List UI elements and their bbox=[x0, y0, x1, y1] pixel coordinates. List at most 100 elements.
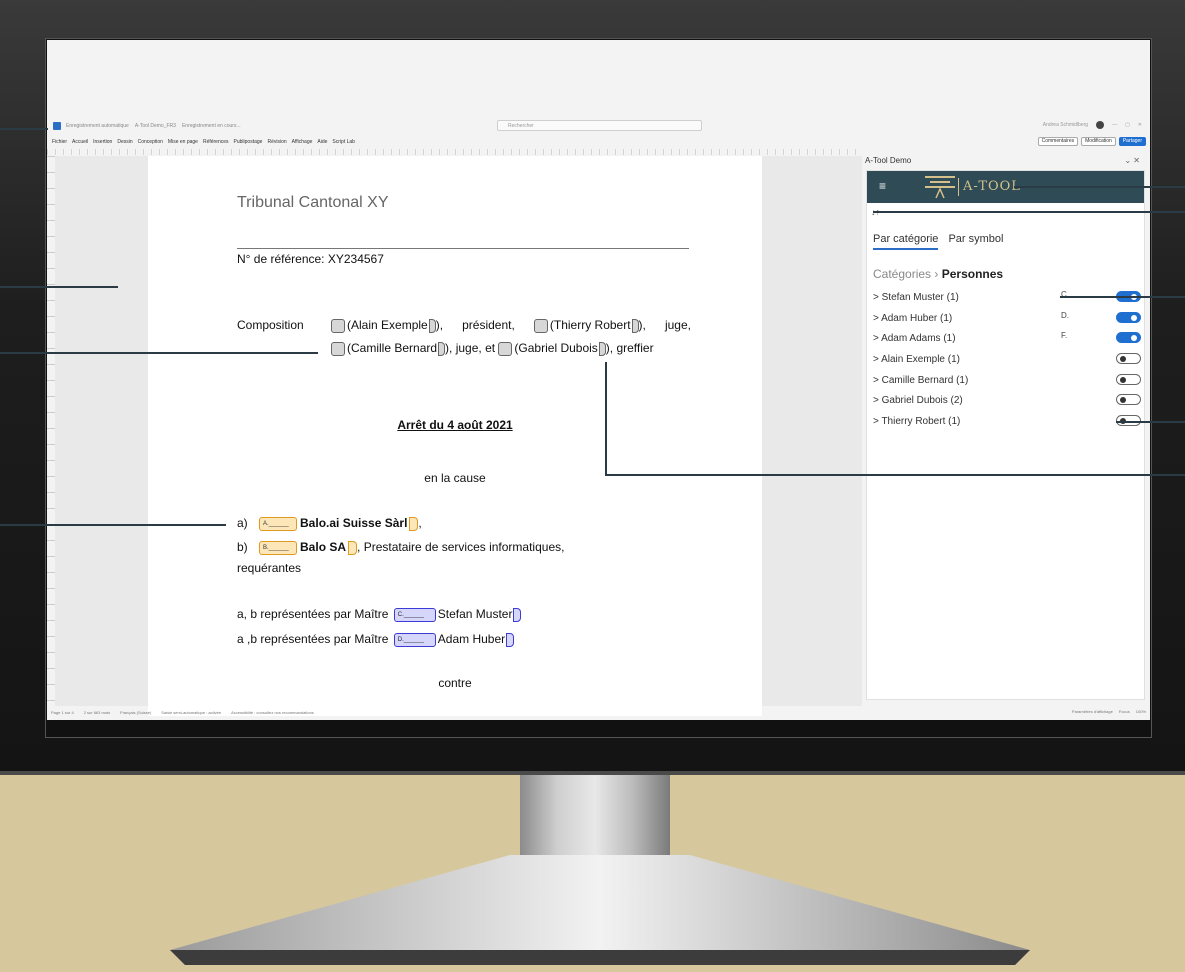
document-name[interactable]: A-Tool Demo_FR3 bbox=[135, 123, 176, 129]
tag-bracket bbox=[428, 318, 436, 333]
list-item[interactable]: > Gabriel Dubois (2) bbox=[873, 392, 1143, 413]
breadcrumb-root[interactable]: Catégories bbox=[873, 267, 931, 281]
anonymize-toggle[interactable] bbox=[1116, 332, 1141, 344]
comments-button[interactable]: Commentaires bbox=[1037, 137, 1079, 146]
person-name: Alain Exemple bbox=[351, 318, 428, 332]
tab-insertion[interactable]: Insertion bbox=[93, 139, 112, 145]
accessibility-status[interactable]: Accessibilité : consultez nos recommanda… bbox=[231, 710, 314, 715]
tab-affichage[interactable]: Affichage bbox=[292, 139, 313, 145]
callout-line bbox=[1014, 186, 1185, 188]
anonymization-tag[interactable]: D.______ bbox=[393, 632, 436, 647]
status-bar: Page 1 sur 4 2 sur 663 mots Français (Su… bbox=[47, 706, 1150, 718]
contre-label: contre bbox=[438, 676, 472, 690]
tab-conception[interactable]: Conception bbox=[138, 139, 163, 145]
breadcrumb-current: Personnes bbox=[941, 267, 1004, 281]
composition-role: juge, bbox=[664, 318, 691, 332]
zoom-level[interactable]: 100% bbox=[1136, 709, 1146, 714]
avatar[interactable] bbox=[1096, 121, 1105, 129]
document-page[interactable]: Tribunal Cantonal XY N° de référence: XY… bbox=[148, 156, 762, 716]
lawyer-name: Adam Huber bbox=[437, 632, 506, 646]
tag-bracket bbox=[598, 341, 606, 356]
anonymization-tag[interactable] bbox=[331, 341, 345, 356]
tab-publipostage[interactable]: Publipostage bbox=[234, 139, 263, 145]
list-item[interactable]: > Stefan Muster (1) C. bbox=[873, 289, 1143, 310]
person-name: Thierry Robert bbox=[553, 318, 631, 332]
anonymization-tag[interactable] bbox=[331, 318, 345, 333]
focus-mode[interactable]: Focus bbox=[1119, 709, 1130, 714]
save-state: Enregistrement en cours... bbox=[181, 123, 241, 129]
minimize-icon[interactable]: — bbox=[1112, 122, 1117, 128]
party-name: Balo.ai Suisse Sàrl bbox=[300, 516, 408, 530]
tag-bracket bbox=[506, 632, 515, 647]
display-settings[interactable]: Paramètres d'affichage bbox=[1072, 709, 1113, 714]
tab-par-categorie[interactable]: Par catégorie bbox=[873, 233, 939, 250]
callout-line bbox=[0, 128, 48, 130]
tag-bracket bbox=[438, 341, 446, 356]
divider bbox=[237, 248, 689, 249]
callout-line bbox=[605, 474, 1185, 476]
list-item[interactable]: > Thierry Robert (1) bbox=[873, 413, 1143, 434]
tab-aide[interactable]: Aide bbox=[317, 139, 327, 145]
anonymization-tag[interactable]: B.______ bbox=[259, 540, 298, 555]
word-logo-icon bbox=[53, 122, 61, 130]
autosave-label[interactable]: Enregistrement automatique bbox=[66, 123, 129, 129]
lawyer-name: Stefan Muster bbox=[437, 607, 513, 621]
anonymization-tag[interactable]: A.______ bbox=[259, 516, 298, 531]
anonymization-tag[interactable] bbox=[533, 318, 548, 333]
autocomplete-status[interactable]: Saisie semi-automatique : activée bbox=[161, 710, 221, 715]
language[interactable]: Français (Suisse) bbox=[120, 710, 151, 715]
monitor-base bbox=[170, 855, 1030, 965]
word-count[interactable]: 2 sur 663 mots bbox=[84, 710, 110, 715]
editing-mode-button[interactable]: Modification bbox=[1081, 137, 1116, 146]
list-item[interactable]: > Alain Exemple (1) bbox=[873, 351, 1143, 372]
court-title: Tribunal Cantonal XY bbox=[237, 194, 389, 211]
tab-dessin[interactable]: Dessin bbox=[117, 139, 132, 145]
composition-label: Composition bbox=[237, 318, 304, 332]
vertical-ruler bbox=[47, 156, 55, 706]
composition-role: , juge, et bbox=[449, 341, 496, 355]
list-item[interactable]: > Adam Huber (1) D. bbox=[873, 310, 1143, 331]
tab-fichier[interactable]: Fichier bbox=[52, 139, 67, 145]
tab-references[interactable]: Références bbox=[203, 139, 229, 145]
party-b: b) B.______ Balo SA, Prestataire de servi… bbox=[237, 540, 565, 555]
anonymization-tag[interactable] bbox=[498, 341, 513, 356]
ribbon-tabs: Fichier Accueil Insertion Dessin Concept… bbox=[47, 136, 1150, 148]
judgment-heading: Arrêt du 4 août 2021 bbox=[397, 418, 513, 432]
tab-par-symbol[interactable]: Par symbol bbox=[948, 233, 1003, 250]
share-button[interactable]: Partager bbox=[1118, 137, 1146, 146]
callout-line bbox=[0, 286, 118, 288]
brand-name: A-TOOL bbox=[963, 179, 1021, 194]
close-icon[interactable]: ✕ bbox=[1138, 122, 1142, 128]
anonymize-toggle[interactable] bbox=[1116, 394, 1141, 406]
anonymize-toggle[interactable] bbox=[1116, 373, 1141, 385]
representation-1: a, b représentées par Maître C.______ Ste… bbox=[237, 607, 522, 622]
tab-mise-en-page[interactable]: Mise en page bbox=[168, 139, 198, 145]
pane-tabs: Par catégorie Par symbol bbox=[873, 233, 1003, 250]
anonymization-tag[interactable]: C.______ bbox=[393, 607, 436, 622]
menu-icon[interactable]: ≡ bbox=[879, 179, 886, 193]
representation-2: a ,b représentées par Maître D.______ Ada… bbox=[237, 632, 515, 647]
composition-line-2: (Camille Bernard), juge, et (Gabriel Dub… bbox=[331, 341, 654, 356]
tab-script-lab[interactable]: Script Lab bbox=[332, 139, 355, 145]
tab-accueil[interactable]: Accueil bbox=[72, 139, 88, 145]
reference-number: N° de référence: XY234567 bbox=[237, 252, 384, 266]
anonymize-toggle[interactable] bbox=[1116, 311, 1141, 323]
composition-role: , greffier bbox=[609, 341, 654, 355]
list-item[interactable]: > Camille Bernard (1) bbox=[873, 372, 1143, 393]
party-name: Balo SA bbox=[300, 540, 347, 554]
list-item[interactable]: > Adam Adams (1) F. bbox=[873, 330, 1143, 351]
close-pane-icon[interactable]: ⌄ ✕ bbox=[1124, 156, 1140, 165]
callout-line bbox=[0, 524, 226, 526]
tag-bracket bbox=[348, 540, 358, 555]
screen: Enregistrement automatique A-Tool Demo_F… bbox=[47, 40, 1150, 720]
callout-line bbox=[1060, 296, 1185, 298]
callout-line bbox=[873, 211, 1185, 213]
page-count[interactable]: Page 1 sur 4 bbox=[51, 710, 74, 715]
task-pane-header: A-Tool Demo ⌄ ✕ bbox=[865, 156, 1150, 169]
search-input[interactable]: Rechercher bbox=[497, 120, 702, 131]
maximize-icon[interactable]: ▢ bbox=[1125, 122, 1130, 128]
tag-bracket bbox=[631, 318, 639, 333]
composition-role: président, bbox=[462, 318, 515, 332]
anonymize-toggle[interactable] bbox=[1116, 353, 1141, 365]
tab-revision[interactable]: Révision bbox=[267, 139, 286, 145]
